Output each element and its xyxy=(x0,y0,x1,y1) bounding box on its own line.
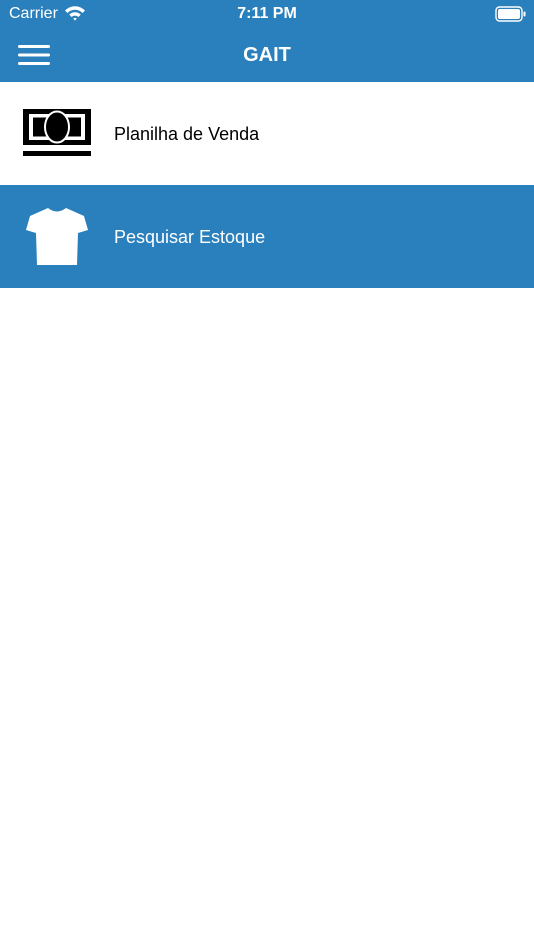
side-menu-list: Planilha de Venda Pesquisar Estoque xyxy=(0,82,534,288)
money-bill-icon xyxy=(22,104,92,162)
navigation-bar: GAIT xyxy=(0,28,534,82)
page-title: GAIT xyxy=(243,44,291,66)
menu-item-planilha-de-venda[interactable]: Planilha de Venda xyxy=(0,82,534,185)
battery-icon xyxy=(495,6,527,22)
status-bar: Carrier 7:11 PM xyxy=(0,0,534,28)
menu-item-pesquisar-estoque[interactable]: Pesquisar Estoque xyxy=(0,185,534,288)
menu-item-label: Planilha de Venda xyxy=(114,124,260,144)
status-time: 7:11 PM xyxy=(237,5,297,22)
menu-item-label: Pesquisar Estoque xyxy=(114,227,266,247)
app-header: Carrier 7:11 PM GAIT xyxy=(0,0,534,82)
tshirt-icon xyxy=(22,207,92,265)
